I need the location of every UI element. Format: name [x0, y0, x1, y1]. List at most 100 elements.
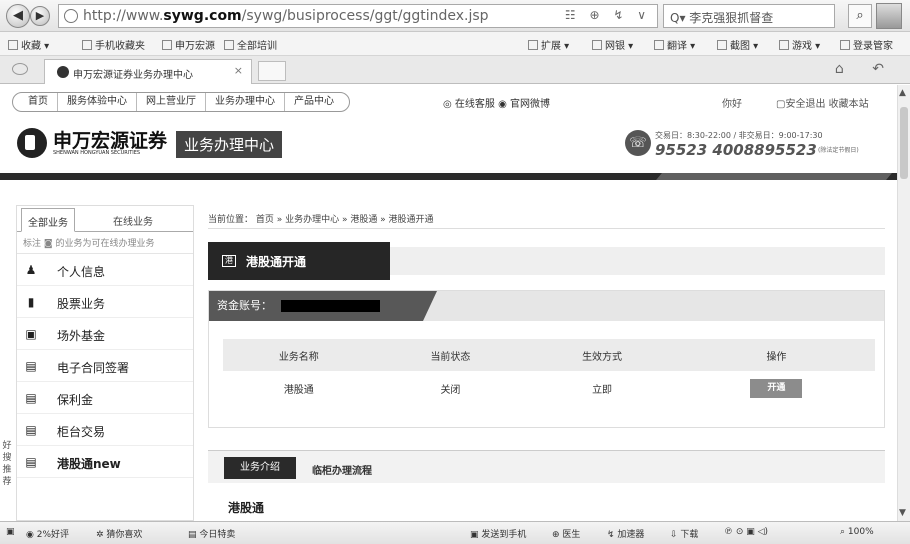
- col-action: 操作: [677, 339, 875, 371]
- folder-icon: [82, 40, 92, 50]
- sidebar-item-hk-connect[interactable]: ▤ 港股通new: [17, 446, 193, 478]
- close-icon[interactable]: ×: [234, 64, 243, 77]
- url-field[interactable]: http://www.sywg.com/sywg/busiprocess/ggt…: [58, 4, 658, 28]
- cell-effect: 立即: [592, 384, 613, 396]
- zoom-level[interactable]: ⌕ 100%: [840, 527, 874, 537]
- fav-item[interactable]: 收藏 ▾: [8, 37, 49, 52]
- fav-item[interactable]: 全部培训: [224, 37, 277, 52]
- scroll-down-icon[interactable]: ▼: [899, 508, 906, 518]
- account-number-redacted: [281, 300, 380, 312]
- cell-business-name: 港股通: [283, 384, 314, 396]
- logo-text[interactable]: 申万宏源证券: [53, 126, 167, 153]
- doctor-item[interactable]: ⊕ 医生: [552, 527, 580, 540]
- nav-home[interactable]: 首页: [19, 93, 58, 111]
- status-bar: ▣ ◉ 2%好评 ✲ 猜你喜欢 ▤ 今日特卖 ▣ 发送到手机 ⊕ 医生 ↯ 加速…: [0, 521, 910, 544]
- nav-business-center[interactable]: 业务办理中心: [206, 93, 285, 111]
- toolbar-icons[interactable]: ℗ ⊙ ▣ ◁): [724, 527, 768, 537]
- nav-experience[interactable]: 服务体验中心: [58, 93, 137, 111]
- fav-item[interactable]: 手机收藏夹: [82, 37, 145, 52]
- nav-products[interactable]: 产品中心: [285, 93, 343, 111]
- fav-item[interactable]: 网银 ▾: [592, 37, 633, 52]
- address-bar: ◀ ▶ http://www.sywg.com/sywg/busiprocess…: [0, 0, 910, 32]
- page-viewport: 首页 服务体验中心 网上营业厅 业务办理中心 产品中心 ◎ 在线客服 ◉ 官网微博 你好…: [0, 85, 897, 521]
- browser-tab[interactable]: 申万宏源证券业务办理中心 ×: [44, 59, 252, 84]
- sidebar-item-stocks[interactable]: ▮ 股票业务: [17, 286, 193, 318]
- table-row: 港股通 关闭 立即 开通: [223, 371, 875, 405]
- business-table: 业务名称 当前状态 生效方式 操作 港股通 关闭 立即 开通: [223, 339, 875, 405]
- sidebar-item-counter-trade[interactable]: ▤ 柜台交易: [17, 414, 193, 446]
- fund-icon: ▣: [25, 327, 37, 341]
- tab-business-intro[interactable]: 业务介绍: [224, 457, 296, 479]
- hk-icon: 港: [222, 255, 236, 267]
- translate-icon: [654, 40, 664, 50]
- intro-panel: 业务介绍 临柜办理流程 港股通: [208, 450, 885, 520]
- page-icon: [162, 40, 172, 50]
- fav-item[interactable]: 游戏 ▾: [779, 37, 820, 52]
- logo-subtext: SHENWAN HONGYUAN SECURITIES: [53, 150, 141, 156]
- tab-counter-process[interactable]: 临柜办理流程: [312, 462, 372, 477]
- col-status: 当前状态: [374, 339, 527, 371]
- col-business-name: 业务名称: [223, 339, 375, 371]
- grid-icon: [528, 40, 538, 50]
- logo-icon[interactable]: [17, 128, 47, 158]
- new-tab-button[interactable]: [258, 61, 286, 81]
- search-icon[interactable]: ⌕: [848, 4, 872, 28]
- sidebar-item-baolijin[interactable]: ▤ 保利金: [17, 382, 193, 414]
- chart-icon: ▤: [25, 391, 37, 405]
- page-icon: [64, 9, 78, 23]
- header-divider: [0, 173, 897, 180]
- logout-link[interactable]: ▢安全退出 收藏本站: [776, 95, 869, 110]
- nav-online-hall[interactable]: 网上营业厅: [137, 93, 206, 111]
- counter-icon: ▤: [25, 423, 37, 437]
- home-undo-icons[interactable]: ⌂ ↶: [835, 61, 896, 77]
- phone-icon: ☏: [625, 130, 651, 156]
- tab-online-business[interactable]: 在线业务: [107, 211, 159, 230]
- business-sidebar: 全部业务 在线业务 标注 ◙ 的业务为可在线办理业务 ♟ 个人信息 ▮ 股票业务 ▣…: [16, 205, 194, 521]
- url-text: http://www.sywg.com/sywg/busiprocess/ggt…: [83, 8, 489, 24]
- bar-chart-icon: ▮: [27, 295, 35, 309]
- fav-item[interactable]: 登录管家: [840, 37, 893, 52]
- daily-sale-item[interactable]: ▤ 今日特卖: [188, 527, 235, 540]
- fav-item[interactable]: 申万宏源: [162, 37, 215, 52]
- scroll-up-icon[interactable]: ▲: [899, 88, 906, 98]
- accelerator-item[interactable]: ↯ 加速器: [607, 527, 644, 540]
- scroll-thumb[interactable]: [900, 107, 908, 179]
- fav-item[interactable]: 截图 ▾: [717, 37, 758, 52]
- rating-item[interactable]: ◉ 2%好评: [26, 527, 69, 540]
- site-favicon-icon: [57, 66, 69, 78]
- guess-like-item[interactable]: ✲ 猜你喜欢: [96, 527, 142, 540]
- send-to-phone-item[interactable]: ▣ 发送到手机: [470, 527, 526, 540]
- bank-icon: [592, 40, 602, 50]
- cell-action: 开通: [678, 371, 875, 405]
- user-avatar[interactable]: [876, 3, 902, 29]
- fav-item[interactable]: 扩展 ▾: [528, 37, 569, 52]
- sidebar-item-otc-funds[interactable]: ▣ 场外基金: [17, 318, 193, 350]
- service-links[interactable]: ◎ 在线客服 ◉ 官网微博: [443, 95, 550, 110]
- holiday-note: (除法定节假日): [818, 147, 859, 154]
- breadcrumb: 当前位置： 首页 » 业务办理中心 » 港股通 » 港股通开通: [208, 215, 434, 225]
- tab-all-business[interactable]: 全部业务: [21, 208, 75, 232]
- download-item[interactable]: ⇩ 下载: [670, 527, 698, 540]
- sidebar-item-personal-info[interactable]: ♟ 个人信息: [17, 254, 193, 286]
- account-header: 资金账号：: [209, 291, 884, 321]
- sidebar-note: 标注 ◙ 的业务为可在线办理业务: [17, 232, 193, 254]
- forward-button[interactable]: ▶: [30, 6, 50, 26]
- url-tools-icons[interactable]: ☷ ⊕ ↯ ∨: [565, 8, 651, 22]
- favorites-bar: 收藏 ▾ 手机收藏夹 申万宏源 全部培训 扩展 ▾ 网银 ▾ 翻译 ▾ 截图 ▾…: [0, 32, 910, 56]
- col-effect: 生效方式: [526, 339, 678, 371]
- recommend-float-tag[interactable]: 好搜推荐: [0, 440, 14, 488]
- greeting: 你好: [722, 99, 742, 110]
- breadcrumb-divider: [208, 228, 885, 229]
- search-input[interactable]: Q▾ 李克强狠抓督查: [663, 4, 835, 28]
- back-button[interactable]: ◀: [6, 4, 30, 28]
- intro-tabs: 业务介绍 临柜办理流程: [208, 451, 885, 483]
- page-icon[interactable]: ▣: [6, 527, 15, 537]
- cloud-icon[interactable]: [12, 63, 28, 75]
- intro-title: 港股通: [228, 501, 265, 515]
- sidebar-item-e-contract[interactable]: ▤ 电子合同签署: [17, 350, 193, 382]
- vertical-scrollbar[interactable]: ▲ ▼: [897, 85, 910, 521]
- trade-hours: 交易日：8:30-22:00 / 非交易日：9:00-17:30: [655, 131, 823, 140]
- key-icon: [840, 40, 850, 50]
- fav-item[interactable]: 翻译 ▾: [654, 37, 695, 52]
- open-button[interactable]: 开通: [750, 378, 803, 398]
